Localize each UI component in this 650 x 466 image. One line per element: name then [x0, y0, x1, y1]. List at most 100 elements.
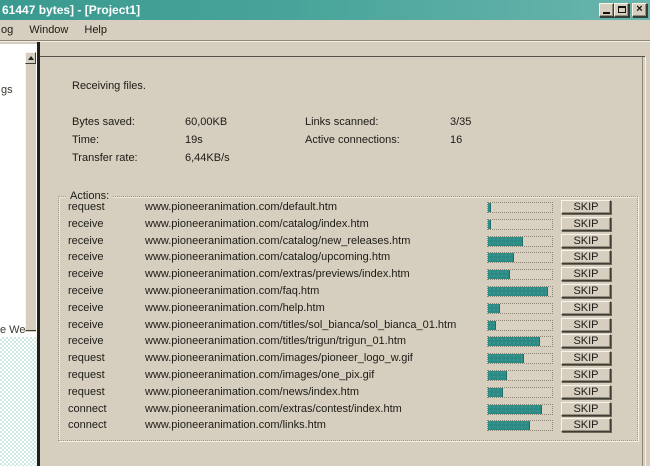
progress-bar — [487, 320, 553, 331]
time-label: Time: — [72, 134, 99, 146]
progress-bar-fill — [488, 371, 507, 380]
progress-bar — [487, 269, 553, 280]
skip-button[interactable]: SKIP — [561, 301, 611, 315]
action-type: receive — [68, 251, 103, 263]
progress-bar — [487, 353, 553, 364]
skip-button[interactable]: SKIP — [561, 200, 611, 214]
action-url: www.pioneeranimation.com/images/pioneer_… — [145, 352, 413, 364]
progress-bar — [487, 286, 553, 297]
close-icon: × — [633, 3, 646, 15]
progress-bar-fill — [488, 354, 524, 363]
main-panel-right-highlight — [645, 57, 646, 466]
action-row: receive www.pioneeranimation.com/faq.htm… — [58, 283, 638, 300]
action-url: www.pioneeranimation.com/images/one_pix.… — [145, 369, 374, 381]
action-url: www.pioneeranimation.com/titles/sol_bian… — [145, 319, 456, 331]
progress-bar-fill — [488, 253, 514, 262]
actions-list: request www.pioneeranimation.com/default… — [58, 199, 638, 434]
skip-button[interactable]: SKIP — [561, 217, 611, 231]
sidebar-text-fragment: e We — [0, 324, 25, 336]
progress-bar — [487, 370, 553, 381]
skip-button[interactable]: SKIP — [561, 267, 611, 281]
skip-button[interactable]: SKIP — [561, 385, 611, 399]
action-row: receive www.pioneeranimation.com/titles/… — [58, 333, 638, 350]
transfer-rate-label: Transfer rate: — [72, 152, 138, 164]
action-type: request — [68, 386, 105, 398]
progress-bar-fill — [488, 203, 491, 212]
action-type: request — [68, 352, 105, 364]
skip-button[interactable]: SKIP — [561, 334, 611, 348]
window-maximize-button[interactable] — [614, 3, 629, 17]
action-type: connect — [68, 403, 107, 415]
progress-bar-fill — [488, 287, 548, 296]
action-url: www.pioneeranimation.com/links.htm — [145, 419, 326, 431]
action-row: request www.pioneeranimation.com/images/… — [58, 350, 638, 367]
action-row: receive www.pioneeranimation.com/titles/… — [58, 317, 638, 334]
action-type: receive — [68, 268, 103, 280]
progress-bar — [487, 219, 553, 230]
links-scanned-label: Links scanned: — [305, 116, 378, 128]
scrollbar-thumb[interactable] — [25, 64, 36, 331]
progress-bar — [487, 336, 553, 347]
action-url: www.pioneeranimation.com/help.htm — [145, 302, 325, 314]
menu-bar: og Window Help — [0, 20, 650, 40]
active-connections-value: 16 — [450, 134, 462, 146]
action-url: www.pioneeranimation.com/titles/trigun/t… — [145, 335, 406, 347]
action-row: receive www.pioneeranimation.com/help.ht… — [58, 300, 638, 317]
skip-button[interactable]: SKIP — [561, 402, 611, 416]
action-url: www.pioneeranimation.com/extras/contest/… — [145, 403, 402, 415]
arrow-up-icon — [28, 56, 34, 60]
progress-bar — [487, 202, 553, 213]
links-scanned-value: 3/35 — [450, 116, 471, 128]
action-row: receive www.pioneeranimation.com/catalog… — [58, 216, 638, 233]
sidebar-text-fragment: gs — [1, 84, 13, 96]
action-url: www.pioneeranimation.com/faq.htm — [145, 285, 319, 297]
skip-button[interactable]: SKIP — [561, 234, 611, 248]
action-type: connect — [68, 419, 107, 431]
bytes-saved-value: 60,00KB — [185, 116, 227, 128]
action-type: receive — [68, 335, 103, 347]
progress-bar — [487, 252, 553, 263]
action-row: request www.pioneeranimation.com/default… — [58, 199, 638, 216]
action-url: www.pioneeranimation.com/news/index.htm — [145, 386, 359, 398]
action-row: receive www.pioneeranimation.com/catalog… — [58, 249, 638, 266]
progress-bar-fill — [488, 421, 530, 430]
skip-button[interactable]: SKIP — [561, 351, 611, 365]
window-close-button[interactable]: × — [632, 3, 647, 17]
menu-item-og[interactable]: og — [0, 22, 21, 38]
progress-bar-fill — [488, 388, 503, 397]
action-url: www.pioneeranimation.com/catalog/new_rel… — [145, 235, 410, 247]
menu-item-window[interactable]: Window — [21, 22, 76, 38]
action-row: request www.pioneeranimation.com/news/in… — [58, 384, 638, 401]
active-connections-label: Active connections: — [305, 134, 400, 146]
window-title: 61447 bytes] - [Project1] — [0, 3, 140, 17]
progress-bar-fill — [488, 321, 496, 330]
action-url: www.pioneeranimation.com/catalog/index.h… — [145, 218, 369, 230]
scrollbar-up-button[interactable] — [25, 52, 36, 64]
minimize-icon — [603, 12, 610, 14]
progress-bar — [487, 420, 553, 431]
skip-button[interactable]: SKIP — [561, 318, 611, 332]
action-row: receive www.pioneeranimation.com/extras/… — [58, 266, 638, 283]
skip-button[interactable]: SKIP — [561, 284, 611, 298]
action-type: receive — [68, 235, 103, 247]
progress-bar — [487, 236, 553, 247]
action-type: receive — [68, 302, 103, 314]
sidebar-scrollbar[interactable] — [25, 52, 36, 332]
bytes-saved-label: Bytes saved: — [72, 116, 135, 128]
action-type: receive — [68, 218, 103, 230]
action-type: receive — [68, 319, 103, 331]
progress-bar — [487, 303, 553, 314]
progress-bar — [487, 387, 553, 398]
window-minimize-button[interactable] — [599, 3, 614, 17]
skip-button[interactable]: SKIP — [561, 418, 611, 432]
action-type: request — [68, 201, 105, 213]
skip-button[interactable]: SKIP — [561, 368, 611, 382]
progress-bar-fill — [488, 337, 540, 346]
progress-bar-fill — [488, 237, 523, 246]
menu-item-help[interactable]: Help — [76, 22, 115, 38]
action-url: www.pioneeranimation.com/extras/previews… — [145, 268, 410, 280]
action-url: www.pioneeranimation.com/default.htm — [145, 201, 337, 213]
skip-button[interactable]: SKIP — [561, 250, 611, 264]
progress-bar-fill — [488, 304, 500, 313]
progress-bar — [487, 404, 553, 415]
